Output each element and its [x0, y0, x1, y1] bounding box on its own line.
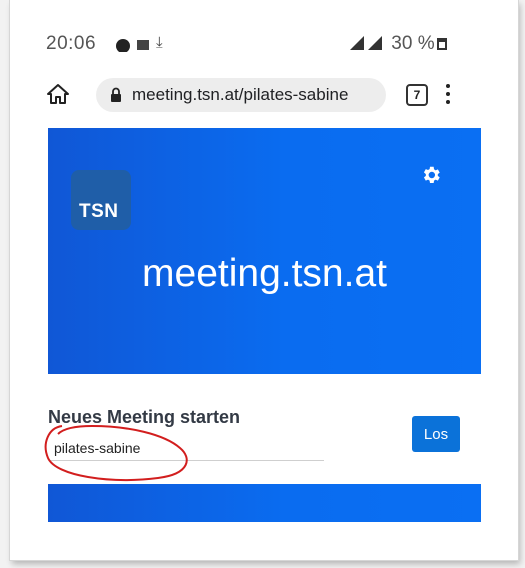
image-notification-icon — [137, 40, 149, 50]
status-time: 20:06 — [46, 33, 97, 53]
battery-icon — [436, 38, 447, 50]
battery-percent: 30 % — [391, 33, 435, 53]
start-meeting-button[interactable]: Los — [412, 416, 460, 452]
download-icon: ⤓ — [156, 34, 163, 51]
tabs-icon[interactable]: 7 — [406, 84, 428, 106]
home-icon[interactable] — [46, 82, 70, 106]
signal-icon-2 — [368, 36, 382, 50]
signal-icon — [350, 36, 364, 50]
logo-text: TSN — [79, 201, 119, 222]
browser-toolbar: meeting.tsn.at/pilates-sabine 7 — [10, 52, 518, 122]
tsn-logo: TSN — [71, 170, 131, 230]
address-bar[interactable]: meeting.tsn.at/pilates-sabine — [96, 78, 386, 112]
footer-banner — [48, 484, 481, 522]
new-meeting-heading: Neues Meeting starten — [48, 407, 241, 427]
hero-title: meeting.tsn.at — [142, 252, 387, 295]
screenshot-frame: 20:06 ⤓ 30 % meeting.tsn.at/pilates-sabi… — [10, 0, 518, 560]
status-right-cluster: 30 % — [350, 34, 447, 52]
lock-icon — [111, 87, 121, 102]
url-text: meeting.tsn.at/pilates-sabine — [132, 85, 349, 104]
gear-icon[interactable] — [420, 164, 442, 186]
room-name-input[interactable] — [50, 436, 324, 461]
notification-icon — [116, 39, 130, 52]
more-vert-icon[interactable] — [444, 82, 452, 106]
status-bar: 20:06 ⤓ 30 % — [10, 0, 518, 52]
hero-banner: TSN meeting.tsn.at — [48, 128, 481, 374]
